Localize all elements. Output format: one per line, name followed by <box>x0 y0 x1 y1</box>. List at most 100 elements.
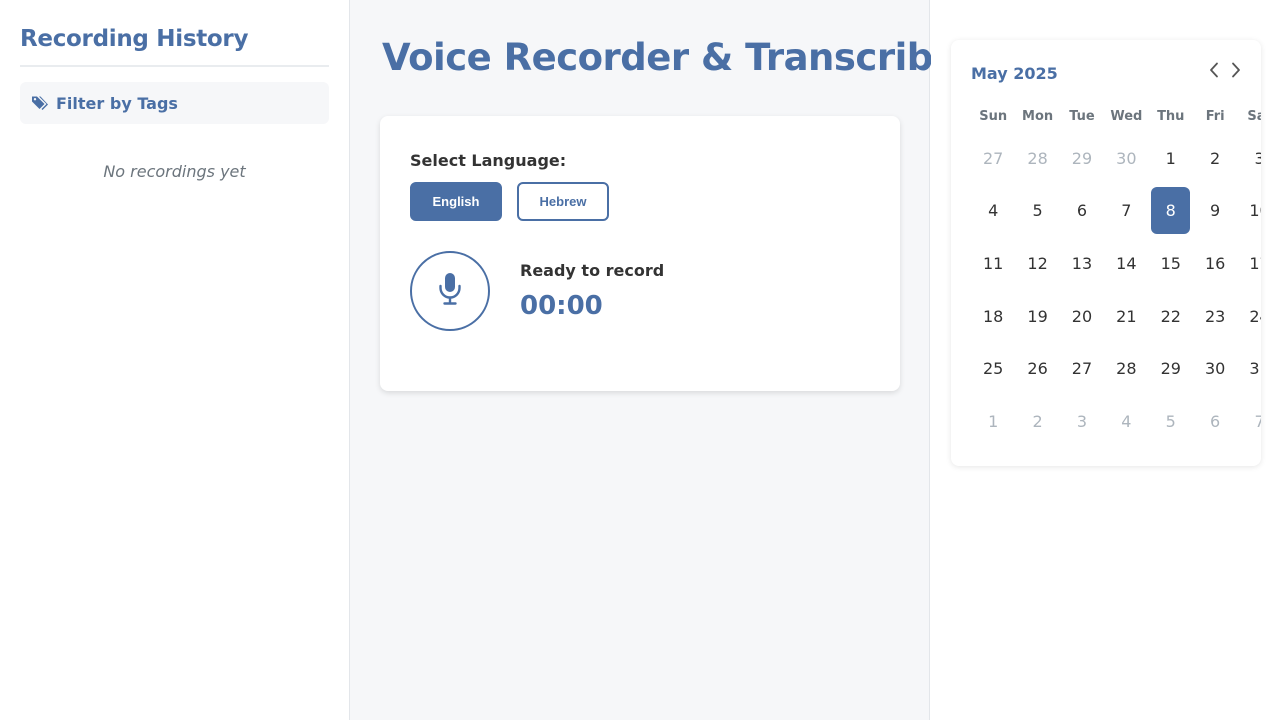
calendar-day[interactable]: 5 <box>1015 187 1059 234</box>
calendar-day[interactable]: 28 <box>1104 345 1148 392</box>
calendar-day[interactable]: 30 <box>1193 345 1237 392</box>
calendar-day-label: 28 <box>1116 359 1137 379</box>
calendar-week-row: 25 26 27 28 29 30 31 <box>971 342 1261 395</box>
chevron-left-icon <box>1208 62 1220 82</box>
previous-month-button[interactable] <box>1204 62 1224 82</box>
calendar-day-label: 16 <box>1204 253 1226 273</box>
calendar-day[interactable]: 1 <box>971 398 1015 445</box>
calendar-day[interactable]: 31 <box>1237 345 1261 392</box>
calendar-day-label: 30 <box>1116 148 1137 168</box>
calendar-day-label: 27 <box>983 148 1004 168</box>
calendar-day[interactable]: 3 <box>1060 398 1104 445</box>
calendar-day-label: 20 <box>1071 306 1093 326</box>
weekday-header-row: Sun Mon Tue Wed Thu Fri Sat <box>971 100 1261 132</box>
sidebar-title: Recording History <box>20 20 329 67</box>
calendar-day[interactable]: 4 <box>971 187 1015 234</box>
calendar-day-label: 19 <box>1027 306 1048 326</box>
calendar-day[interactable]: 23 <box>1193 293 1237 340</box>
calendar-day[interactable]: 3 <box>1237 135 1261 182</box>
language-hebrew-button[interactable]: Hebrew <box>517 182 609 221</box>
calendar-weeks: 2728293012345678910111213141516171819202… <box>971 132 1261 448</box>
calendar-week-row: 1 2 3 4 5 6 7 <box>971 395 1261 448</box>
calendar-day-label: 8 <box>1151 187 1191 235</box>
calendar-day[interactable]: 17 <box>1237 240 1261 287</box>
calendar-day[interactable]: 27 <box>971 135 1015 182</box>
calendar-day-label: 11 <box>983 253 1004 273</box>
empty-recordings-message: No recordings yet <box>103 162 246 181</box>
calendar-day-label: 1 <box>988 411 999 431</box>
calendar-day[interactable]: 22 <box>1149 293 1193 340</box>
calendar-day[interactable]: 4 <box>1104 398 1148 445</box>
calendar-day[interactable]: 9 <box>1193 187 1237 234</box>
weekday-label: Sat <box>1247 108 1261 124</box>
calendar-day[interactable]: 12 <box>1015 240 1059 287</box>
calendar-day[interactable]: 7 <box>1104 187 1148 234</box>
calendar-day[interactable]: 15 <box>1149 240 1193 287</box>
calendar-day-label: 3 <box>1076 411 1088 431</box>
calendar-day-label: 5 <box>1165 411 1176 431</box>
calendar-day-label: 7 <box>1121 201 1132 221</box>
calendar-day[interactable]: 18 <box>971 293 1015 340</box>
calendar-day[interactable]: 2 <box>1193 135 1237 182</box>
calendar-day[interactable]: 6 <box>1193 398 1237 445</box>
calendar-day-label: 17 <box>1249 253 1261 273</box>
calendar-day[interactable]: 27 <box>1060 345 1104 392</box>
calendar-day-label: 26 <box>1027 359 1048 379</box>
weekday-label: Tue <box>1069 108 1095 124</box>
calendar-day[interactable]: 16 <box>1193 240 1237 287</box>
calendar-day[interactable]: 19 <box>1015 293 1059 340</box>
tags-icon <box>32 95 50 111</box>
calendar-day-label: 24 <box>1249 306 1261 326</box>
calendar-day-label: 29 <box>1160 359 1181 379</box>
language-label: Select Language: <box>410 151 567 170</box>
calendar-day-label: 10 <box>1249 201 1261 221</box>
calendar-day[interactable]: 1 <box>1149 135 1193 182</box>
calendar-day[interactable]: 29 <box>1149 345 1193 392</box>
filter-by-tags-toggle[interactable]: Filter by Tags <box>20 82 329 124</box>
calendar-day-label: 12 <box>1027 253 1048 273</box>
sidebar: Recording History Filter by Tags No reco… <box>0 0 350 720</box>
calendar-month-label: May 2025 <box>971 64 1058 83</box>
calendar-day-label: 30 <box>1204 359 1226 379</box>
calendar-day-selected[interactable]: 8 <box>1149 187 1193 235</box>
calendar-day[interactable]: 26 <box>1015 345 1059 392</box>
calendar-day[interactable]: 7 <box>1237 398 1261 445</box>
calendar-day[interactable]: 2 <box>1015 398 1059 445</box>
calendar-week-row: 11 12 13 14 15 16 17 <box>971 237 1261 290</box>
calendar-panel: May 2025 Sun Mon Tue Wed Thu Fri Sat 272… <box>931 0 1280 720</box>
calendar-day[interactable]: 30 <box>1104 135 1148 182</box>
calendar-day[interactable]: 29 <box>1060 135 1104 182</box>
weekday-label: Fri <box>1205 108 1225 124</box>
recording-timer: 00:00 <box>520 291 603 321</box>
microphone-icon <box>437 272 463 310</box>
calendar-week-row: 27 28 29 30 1 2 3 <box>971 132 1261 185</box>
calendar-day[interactable]: 5 <box>1149 398 1193 445</box>
calendar-day[interactable]: 10 <box>1237 187 1261 234</box>
calendar-day[interactable]: 20 <box>1060 293 1104 340</box>
language-english-button[interactable]: English <box>410 182 502 221</box>
calendar-day[interactable]: 6 <box>1060 187 1104 234</box>
weekday-label: Mon <box>1022 108 1054 124</box>
chevron-right-icon <box>1230 62 1242 82</box>
record-button[interactable] <box>410 251 490 331</box>
calendar-day-label: 28 <box>1027 148 1048 168</box>
main-panel: Voice Recorder & Transcriber Select Lang… <box>350 0 976 720</box>
calendar-day[interactable]: 25 <box>971 345 1015 392</box>
next-month-button[interactable] <box>1226 62 1246 82</box>
calendar-day-label: 4 <box>988 201 999 221</box>
filter-label: Filter by Tags <box>56 93 178 113</box>
weekday-label: Thu <box>1157 108 1185 124</box>
calendar-week-row: 18 19 20 21 22 23 24 <box>971 290 1261 343</box>
calendar-day[interactable]: 13 <box>1060 240 1104 287</box>
calendar-day[interactable]: 24 <box>1237 293 1261 340</box>
recording-status: Ready to record <box>520 261 665 280</box>
calendar-day[interactable]: 14 <box>1104 240 1148 287</box>
calendar-grid: Sun Mon Tue Wed Thu Fri Sat 272829301234… <box>971 100 1261 448</box>
calendar-day[interactable]: 11 <box>971 240 1015 287</box>
calendar-day-label: 27 <box>1071 359 1093 379</box>
calendar-day[interactable]: 28 <box>1015 135 1059 182</box>
calendar-day-label: 15 <box>1160 253 1181 273</box>
app-title: Voice Recorder & Transcriber <box>382 36 976 79</box>
calendar-day-label: 7 <box>1254 411 1261 431</box>
calendar-day[interactable]: 21 <box>1104 293 1148 340</box>
